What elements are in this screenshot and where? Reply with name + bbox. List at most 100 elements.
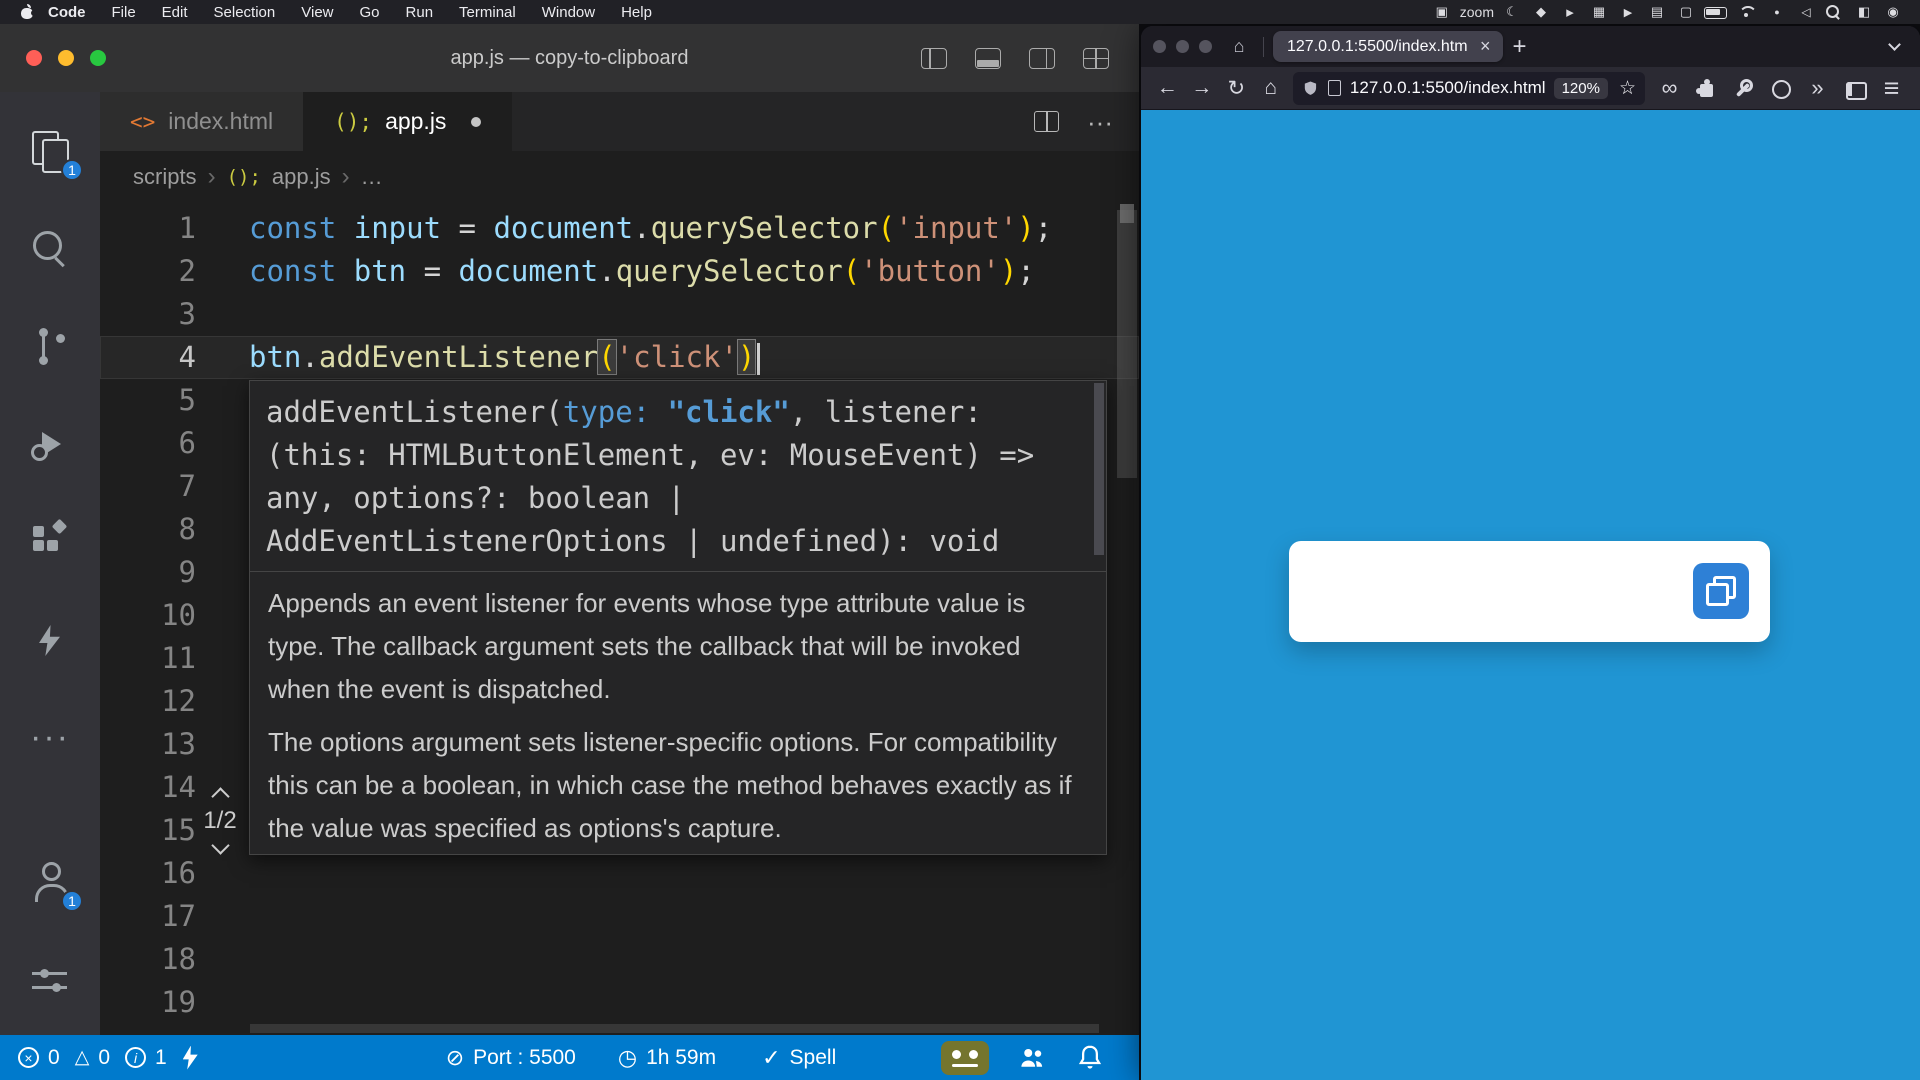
live-server-port[interactable]: ⊘ Port : 5500 <box>446 1046 576 1070</box>
copy-button[interactable] <box>1693 563 1749 619</box>
search-icon[interactable] <box>1824 2 1846 22</box>
menu-item-code[interactable]: Code <box>35 0 99 24</box>
spell-checker[interactable]: ✓ Spell <box>762 1046 836 1070</box>
popup-scrollbar[interactable] <box>1094 383 1104 555</box>
editor-horizontal-scrollbar[interactable] <box>250 1024 1099 1033</box>
home-button[interactable]: ⌂ <box>1255 72 1288 105</box>
browser-tab[interactable]: 127.0.0.1:5500/index.html × <box>1273 31 1503 62</box>
keyboard-icon[interactable] <box>1646 2 1668 22</box>
stage-manager-icon[interactable] <box>1530 2 1552 22</box>
sidebar-icon[interactable] <box>1836 72 1873 105</box>
zoom-level-badge[interactable]: 120% <box>1554 78 1608 99</box>
page-info-icon[interactable] <box>1328 80 1341 96</box>
accounts-icon[interactable] <box>1017 1043 1047 1073</box>
tab-app-js[interactable]: (); app.js <box>304 92 512 151</box>
list-all-tabs-icon[interactable] <box>1880 33 1908 61</box>
battery-icon[interactable] <box>1704 2 1730 22</box>
modified-dot-icon[interactable] <box>471 117 481 127</box>
menu-item-edit[interactable]: Edit <box>149 0 201 24</box>
editor-tabbar: <> index.html (); app.js ··· <box>100 92 1139 151</box>
menu-item-window[interactable]: Window <box>529 0 608 24</box>
toggle-secondary-sidebar-icon[interactable] <box>1029 48 1055 69</box>
menu-item-run[interactable]: Run <box>393 0 447 24</box>
reload-button[interactable]: ↻ <box>1220 72 1253 105</box>
apple-menu-icon[interactable] <box>20 4 35 20</box>
previous-signature-icon[interactable] <box>211 787 229 805</box>
close-tab-icon[interactable]: × <box>1477 36 1494 57</box>
copilot-icon[interactable] <box>941 1041 989 1075</box>
line-number: 3 <box>100 293 196 336</box>
back-button[interactable]: ← <box>1151 72 1184 105</box>
close-window-button[interactable] <box>26 50 42 66</box>
breadcrumb-file[interactable]: app.js <box>272 164 331 190</box>
tool-icon[interactable] <box>1725 72 1762 105</box>
wifi-icon[interactable] <box>1737 2 1759 22</box>
split-editor-icon[interactable] <box>1034 111 1059 132</box>
bookmark-star-icon[interactable]: ☆ <box>1617 77 1636 100</box>
tab-index-html[interactable]: <> index.html <box>100 92 304 151</box>
moon-icon[interactable] <box>1501 2 1523 22</box>
volume-icon[interactable] <box>1795 2 1817 22</box>
menu-item-view[interactable]: View <box>288 0 346 24</box>
menu-item-file[interactable]: File <box>99 0 149 24</box>
notifications-bell-icon[interactable] <box>1075 1043 1105 1073</box>
code-editor[interactable]: 1const input = document.querySelector('i… <box>100 202 1139 1035</box>
menu-item-help[interactable]: Help <box>608 0 665 24</box>
code-token: const <box>249 254 354 288</box>
settings-button[interactable] <box>0 931 100 1029</box>
toggle-primary-sidebar-icon[interactable] <box>921 48 947 69</box>
source-control-button[interactable] <box>0 298 100 396</box>
info-icon: i <box>125 1047 146 1068</box>
accounts-button[interactable]: 1 <box>0 833 100 931</box>
code-token: 'button' <box>860 254 1000 288</box>
menu-item-terminal[interactable]: Terminal <box>446 0 529 24</box>
lightning-icon[interactable] <box>183 1046 198 1070</box>
overflow-icon[interactable] <box>1799 72 1836 105</box>
explorer-button[interactable]: 1 <box>0 102 100 200</box>
forward-button[interactable]: → <box>1186 72 1219 105</box>
more-button[interactable] <box>0 690 100 788</box>
siri-icon[interactable] <box>1882 2 1904 22</box>
run-debug-button[interactable] <box>0 396 100 494</box>
breadcrumb-folder[interactable]: scripts <box>133 164 197 190</box>
problems-indicator[interactable]: × 0 △ 0 i 1 <box>18 1046 167 1070</box>
menu-item-selection[interactable]: Selection <box>201 0 289 24</box>
warnings-icon: △ <box>75 1048 90 1067</box>
menu-item-go[interactable]: Go <box>347 0 393 24</box>
editor-scrollbar[interactable] <box>1117 210 1137 478</box>
play-icon[interactable] <box>1617 2 1639 22</box>
search-button[interactable] <box>0 200 100 298</box>
new-tab-button[interactable]: + <box>1503 35 1537 59</box>
extensions-button[interactable] <box>0 494 100 592</box>
account-icon[interactable] <box>1762 72 1799 105</box>
record-icon[interactable] <box>1766 2 1788 22</box>
url-text[interactable]: 127.0.0.1:5500/index.html <box>1350 78 1545 98</box>
editor-more-actions-icon[interactable]: ··· <box>1087 109 1113 135</box>
maximize-window-button[interactable] <box>90 50 106 66</box>
close-window-button[interactable] <box>1153 40 1166 53</box>
menu-icon[interactable] <box>1873 72 1910 105</box>
extensions-puzzle-icon[interactable] <box>1688 72 1725 105</box>
code-token: btn <box>354 254 406 288</box>
launchpad-icon[interactable] <box>1559 2 1581 22</box>
url-bar[interactable]: 127.0.0.1:5500/index.html 120% ☆ <box>1293 72 1645 105</box>
breadcrumb-more[interactable]: … <box>361 164 383 190</box>
minimize-window-button[interactable] <box>58 50 74 66</box>
customize-layout-icon[interactable] <box>1083 48 1109 69</box>
display-icon[interactable] <box>1675 2 1697 22</box>
tracking-protection-shield-icon[interactable] <box>1302 80 1319 97</box>
extension-icon[interactable] <box>1651 72 1688 105</box>
control-center-icon[interactable] <box>1853 2 1875 22</box>
next-signature-icon[interactable] <box>211 836 229 854</box>
firefox-view-icon[interactable]: ⌂ <box>1224 33 1254 61</box>
time-tracker[interactable]: ◷ 1h 59m <box>618 1046 716 1070</box>
zoom-app-label[interactable]: zoom <box>1460 2 1494 22</box>
minimize-window-button[interactable] <box>1176 40 1189 53</box>
maximize-window-button[interactable] <box>1199 40 1212 53</box>
zap-button[interactable] <box>0 592 100 690</box>
clipboard-text-input[interactable] <box>1313 559 1683 623</box>
code-token: document <box>493 211 633 245</box>
screen-mirroring-icon[interactable] <box>1431 2 1453 22</box>
grid-icon[interactable] <box>1588 2 1610 22</box>
toggle-panel-icon[interactable] <box>975 48 1001 69</box>
